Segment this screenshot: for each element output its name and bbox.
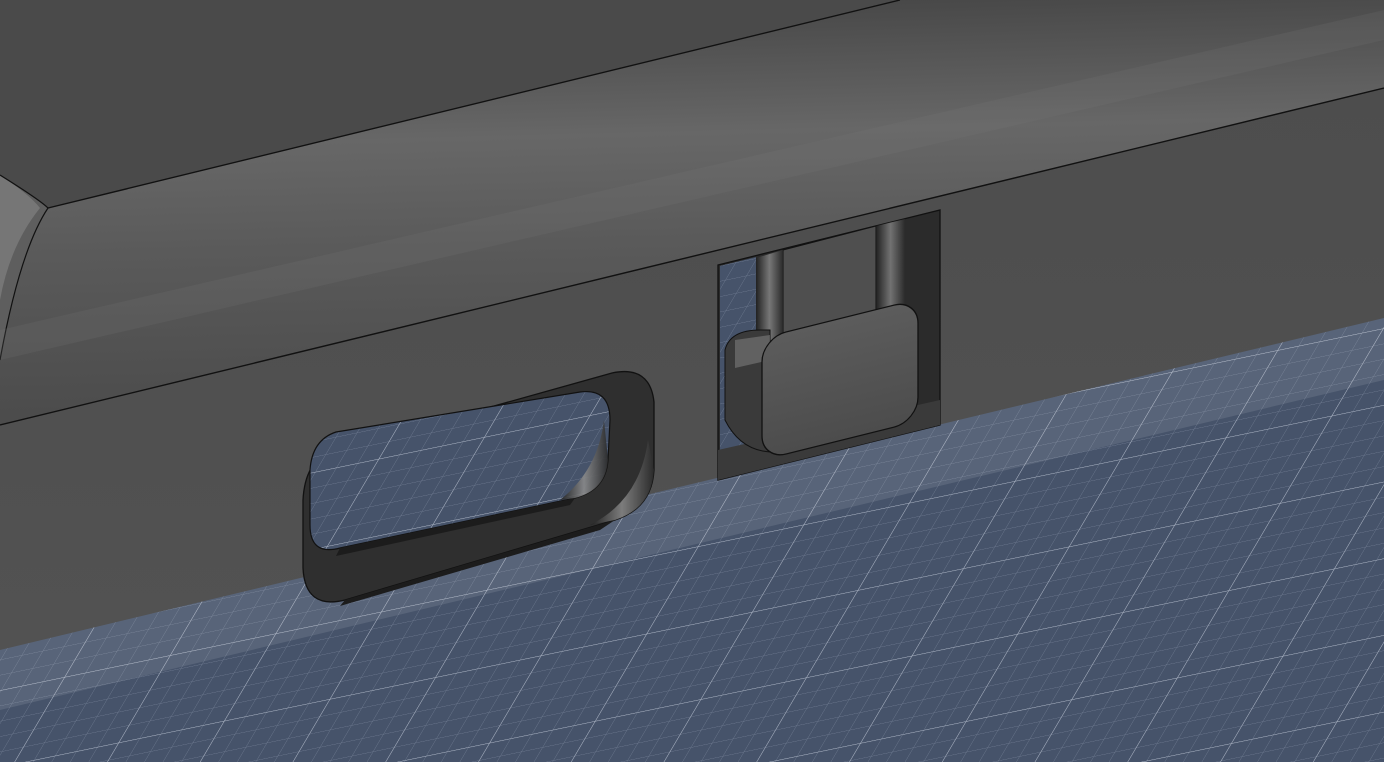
viewport-canvas[interactable] bbox=[0, 0, 1384, 762]
3d-viewport[interactable] bbox=[0, 0, 1384, 762]
